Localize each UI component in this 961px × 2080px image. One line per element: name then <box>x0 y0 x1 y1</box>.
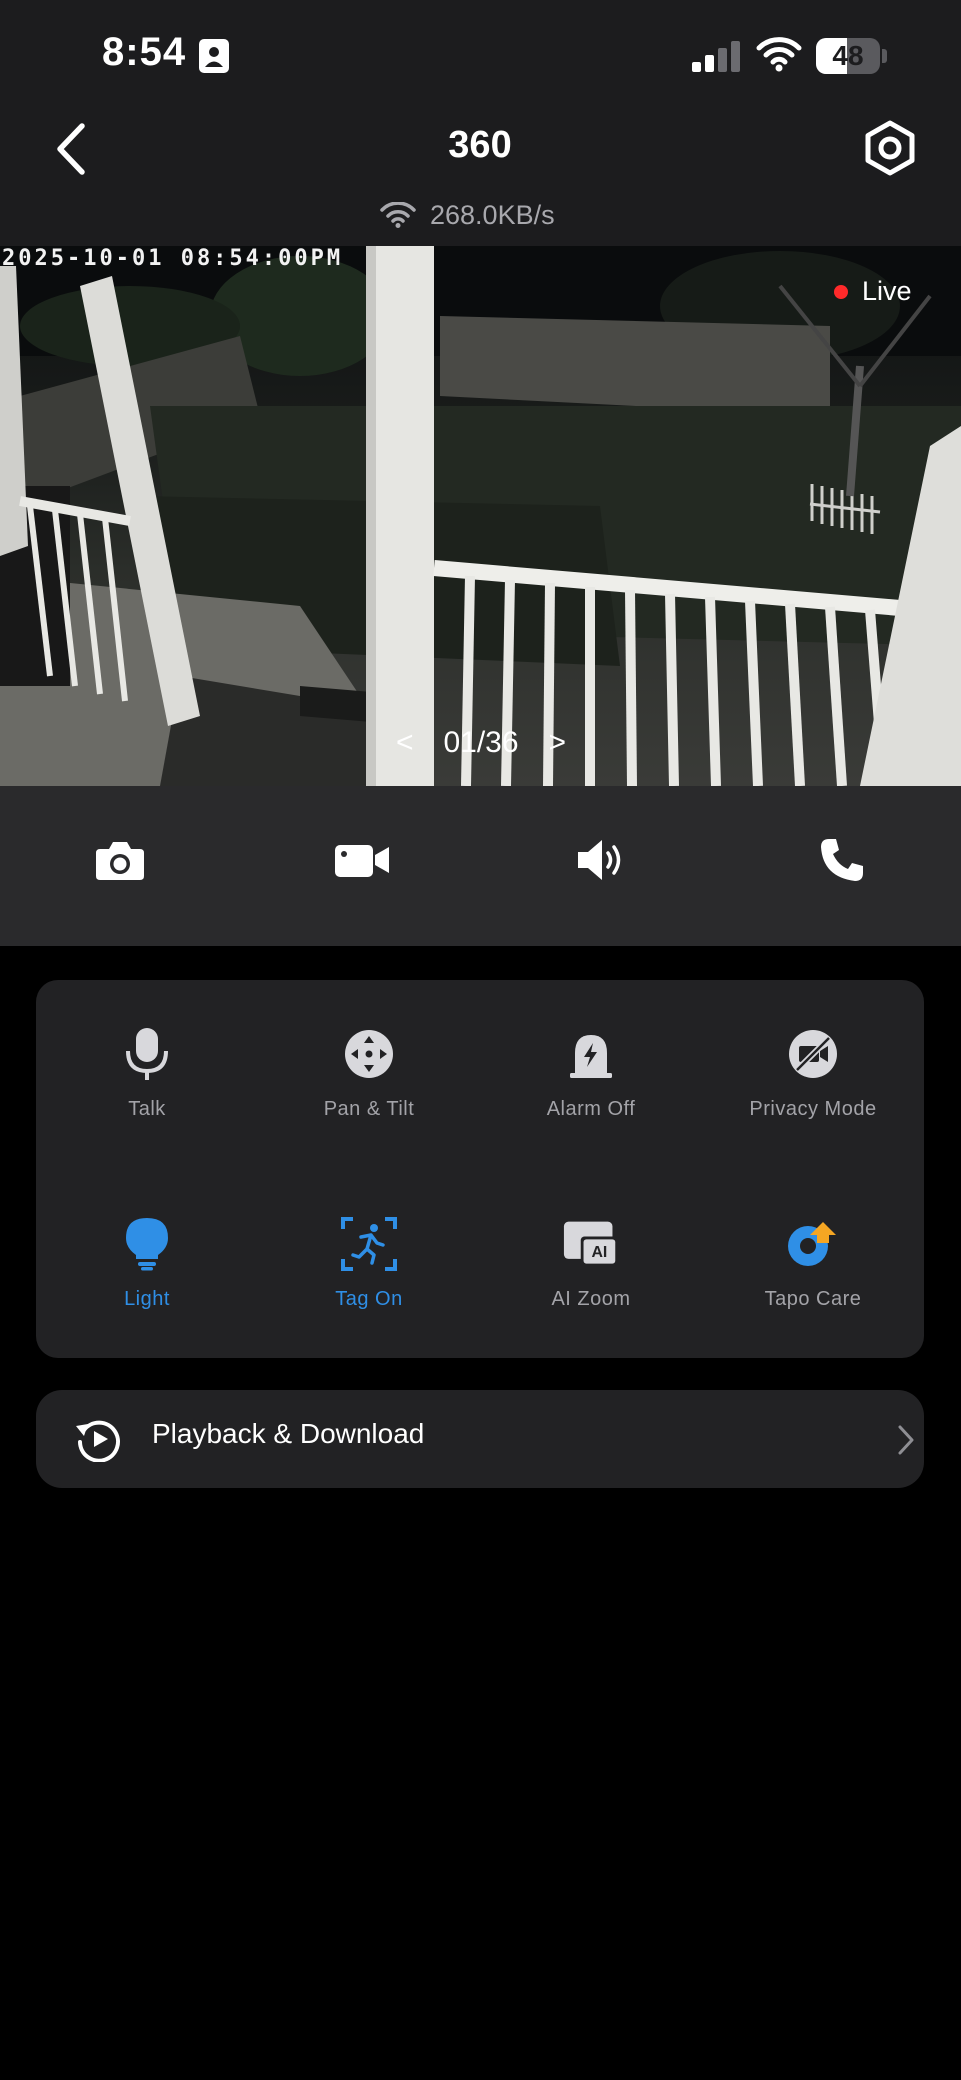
cellular-signal-icon <box>692 41 740 72</box>
camera-scene-image <box>0 246 961 786</box>
light-button[interactable]: Light <box>36 1216 258 1356</box>
phone-icon <box>821 839 863 881</box>
feature-label: Light <box>124 1288 170 1310</box>
feature-label: Talk <box>128 1098 166 1120</box>
playback-label: Playback & Download <box>152 1418 425 1449</box>
tapo-care-button[interactable]: Tapo Care <box>702 1216 924 1356</box>
camera-pager: < 01/36 > <box>396 726 566 760</box>
alarm-button[interactable]: Alarm Off <box>480 1026 702 1166</box>
playback-history-icon <box>76 1420 120 1462</box>
connection-speed: 268.0KB/s <box>380 196 555 234</box>
live-badge: Live <box>834 276 912 307</box>
video-record-icon <box>335 845 389 877</box>
camera-icon <box>96 842 144 880</box>
live-label: Live <box>862 276 912 306</box>
talk-button[interactable]: Talk <box>36 1026 258 1166</box>
call-button[interactable] <box>812 830 872 890</box>
feature-label: Tapo Care <box>764 1288 862 1310</box>
video-timestamp: 2025-10-01 08:54:00PM <box>2 246 344 271</box>
status-time: 8:54 <box>102 30 187 74</box>
live-indicator-dot <box>834 284 848 299</box>
record-button[interactable] <box>332 830 392 890</box>
pan-tilt-icon <box>345 1030 393 1078</box>
tag-motion-icon <box>341 1217 397 1271</box>
feature-label: Tag On <box>335 1288 403 1310</box>
pan-tilt-button[interactable]: Pan & Tilt <box>258 1026 480 1166</box>
privacy-mode-icon <box>789 1030 837 1078</box>
svg-text:AI: AI <box>591 1244 607 1261</box>
pager-prev-button[interactable]: < <box>396 726 414 760</box>
microphone-icon <box>126 1028 168 1080</box>
wifi-status-icon <box>756 37 802 72</box>
snapshot-button[interactable] <box>90 830 150 890</box>
tag-on-button[interactable]: Tag On <box>258 1216 480 1356</box>
battery-indicator: 48 <box>816 38 888 74</box>
alarm-icon <box>570 1035 612 1078</box>
speed-value: 268.0KB/s <box>430 199 555 230</box>
top-header: 8:54 48 360 268.0KB/s <box>0 0 961 246</box>
settings-gear-icon[interactable] <box>862 120 918 176</box>
pager-next-button[interactable]: > <box>548 726 566 760</box>
page-title: 360 <box>448 124 512 166</box>
live-video-feed[interactable]: 2025-10-01 08:54:00PM Live < 01/36 > <box>0 246 961 786</box>
sound-button[interactable] <box>572 830 632 890</box>
back-button[interactable] <box>48 118 94 180</box>
tapo-care-icon <box>788 1222 836 1266</box>
wifi-speed-icon <box>380 202 416 228</box>
feature-label: Privacy Mode <box>749 1098 877 1120</box>
feature-label: AI Zoom <box>551 1288 631 1310</box>
ai-zoom-button[interactable]: AI AI Zoom <box>480 1216 702 1356</box>
light-bulb-icon <box>126 1218 168 1271</box>
ai-zoom-icon: AI <box>563 1221 619 1267</box>
privacy-mode-button[interactable]: Privacy Mode <box>702 1026 924 1166</box>
playback-download-row[interactable]: Playback & Download <box>36 1390 924 1488</box>
chevron-right-icon <box>898 1425 914 1455</box>
pager-counter: 01/36 <box>443 726 519 759</box>
video-controls-bar <box>0 786 961 946</box>
feature-panel: Talk Pan & Tilt Alarm Off Privacy Mode L… <box>36 980 924 1358</box>
feature-label: Pan & Tilt <box>323 1098 415 1120</box>
feature-label: Alarm Off <box>546 1098 636 1120</box>
battery-percentage: 48 <box>832 40 864 71</box>
contact-card-icon <box>199 39 229 73</box>
speaker-icon <box>578 840 621 880</box>
